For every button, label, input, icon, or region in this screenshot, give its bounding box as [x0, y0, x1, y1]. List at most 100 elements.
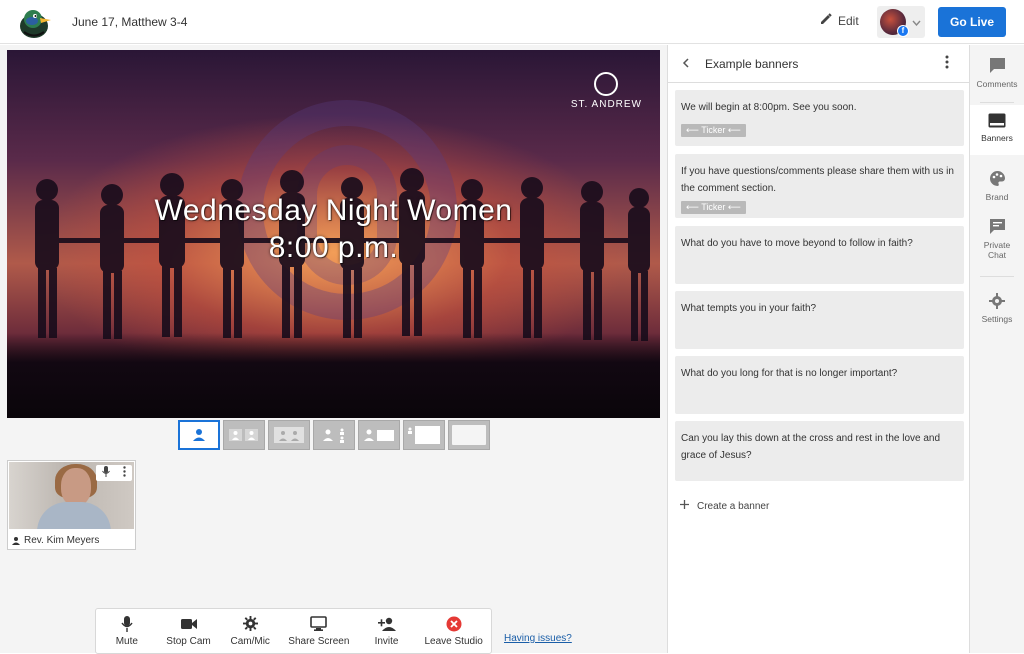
- stage-headline: Wednesday Night Women 8:00 p.m.: [7, 192, 660, 266]
- gear-icon: [989, 293, 1005, 311]
- screen-with-person-icon: [408, 426, 440, 444]
- banner-text: We will begin at 8:00pm. See you soon.: [681, 102, 857, 113]
- layout-selector: [178, 420, 490, 450]
- brand-mark: ST. ANDREW: [571, 72, 642, 110]
- participant-card[interactable]: Rev. Kim Meyers: [7, 460, 136, 550]
- layout-picture-in-picture[interactable]: [358, 420, 400, 450]
- facebook-icon: f: [897, 25, 909, 37]
- layout-solo[interactable]: [178, 420, 220, 450]
- leave-studio-label: Leave Studio: [424, 635, 483, 647]
- panel-title: Example banners: [705, 56, 799, 71]
- banner-item[interactable]: We will begin at 8:00pm. See you soon. ⟵…: [675, 90, 964, 146]
- edit-button[interactable]: Edit: [820, 13, 859, 28]
- ticker-tag: ⟵ Ticker ⟵: [681, 201, 746, 214]
- headline-line1: Wednesday Night Women: [154, 194, 513, 227]
- avatar: f: [880, 9, 909, 37]
- right-rail: Comments Banners Brand Private Chat Sett…: [970, 45, 1024, 653]
- banner-text: Can you lay this down at the cross and r…: [681, 433, 941, 461]
- layout-leader[interactable]: [268, 420, 310, 450]
- rail-label: Banners: [981, 133, 1013, 143]
- rail-private-chat[interactable]: Private Chat: [970, 218, 1024, 260]
- plus-icon: [680, 500, 689, 512]
- two-people-icon: [229, 429, 258, 441]
- brand-name: ST. ANDREW: [570, 99, 642, 110]
- back-chevron-icon[interactable]: [682, 57, 689, 71]
- layout-group[interactable]: [223, 420, 265, 450]
- rail-settings[interactable]: Settings: [970, 293, 1024, 324]
- rail-brand[interactable]: Brand: [970, 170, 1024, 202]
- invite-label: Invite: [374, 635, 399, 647]
- top-bar: June 17, Matthew 3-4 Edit f Go Live: [0, 0, 1024, 44]
- mute-label: Mute: [115, 635, 138, 647]
- banner-item[interactable]: What do you long for that is no longer i…: [675, 356, 964, 414]
- banner-text: What do you have to move beyond to follo…: [681, 238, 913, 249]
- broadcast-title: June 17, Matthew 3-4: [72, 15, 188, 29]
- mute-button[interactable]: Mute: [96, 609, 158, 653]
- stop-cam-button[interactable]: Stop Cam: [158, 609, 220, 653]
- destination-selector[interactable]: f: [877, 6, 925, 38]
- boxed-people-icon: [274, 427, 304, 443]
- cam-mic-settings-button[interactable]: Cam/Mic: [219, 609, 281, 653]
- fullscreen-icon: [452, 425, 486, 445]
- monitor-icon: [310, 616, 328, 632]
- person-face: [61, 468, 91, 506]
- banners-panel: Example banners We will begin at 8:00pm.…: [667, 45, 970, 653]
- person-icon: [193, 429, 205, 441]
- ticker-tag: ⟵ Ticker ⟵: [681, 124, 746, 137]
- create-banner-button[interactable]: Create a banner: [680, 500, 769, 512]
- banner-item[interactable]: What tempts you in your faith?: [675, 291, 964, 349]
- kebab-menu-icon[interactable]: [945, 55, 949, 72]
- participant-name: Rev. Kim Meyers: [12, 535, 99, 546]
- panel-header: Example banners: [668, 45, 969, 83]
- pencil-icon: [820, 13, 832, 28]
- go-live-button[interactable]: Go Live: [938, 7, 1006, 37]
- layout-screen-focus[interactable]: [403, 420, 445, 450]
- person-screen-icon: [364, 429, 394, 441]
- divider: [980, 276, 1014, 277]
- participant-controls: [96, 465, 132, 481]
- banner-item[interactable]: What do you have to move beyond to follo…: [675, 226, 964, 284]
- more-options-icon[interactable]: [123, 464, 126, 482]
- banner-text: If you have questions/comments please sh…: [681, 166, 954, 194]
- person-icon: [12, 536, 20, 545]
- banner-item[interactable]: Can you lay this down at the cross and r…: [675, 421, 964, 481]
- close-circle-icon: [446, 616, 462, 632]
- having-issues-link[interactable]: Having issues?: [504, 633, 572, 644]
- gear-icon: [242, 616, 258, 632]
- palette-icon: [989, 170, 1006, 189]
- participant-name-text: Rev. Kim Meyers: [24, 535, 100, 546]
- banner-text: What tempts you in your faith?: [681, 303, 817, 314]
- microphone-icon[interactable]: [102, 464, 111, 482]
- microphone-icon: [121, 615, 133, 632]
- headline-line2: 8:00 p.m.: [268, 231, 399, 264]
- share-screen-label: Share Screen: [288, 635, 350, 647]
- divider: [980, 102, 1014, 103]
- person-list-icon: [323, 428, 344, 443]
- rail-comments[interactable]: Comments: [970, 57, 1024, 89]
- cam-mic-label: Cam/Mic: [230, 635, 270, 647]
- layout-sidebar[interactable]: [313, 420, 355, 450]
- leave-studio-button[interactable]: Leave Studio: [416, 609, 491, 653]
- add-person-icon: [377, 616, 396, 632]
- banner-item[interactable]: If you have questions/comments please sh…: [675, 154, 964, 218]
- layout-fullscreen[interactable]: [448, 420, 490, 450]
- share-screen-button[interactable]: Share Screen: [281, 609, 357, 653]
- participant-video: [9, 462, 134, 529]
- banner-text: What do you long for that is no longer i…: [681, 368, 898, 379]
- stage-preview: ST. ANDREW Wednesday Night Women 8:00 p.…: [7, 50, 660, 418]
- comment-icon: [989, 57, 1006, 76]
- banner-icon: [988, 113, 1006, 130]
- studio-controls: Mute Stop Cam Cam/Mic Share Screen Invit…: [95, 608, 492, 654]
- chat-icon: [989, 218, 1006, 237]
- rail-label: Private Chat: [983, 240, 1011, 260]
- edit-label: Edit: [838, 13, 859, 28]
- rail-label: Comments: [976, 79, 1018, 89]
- create-banner-label: Create a banner: [697, 500, 770, 512]
- rail-banners[interactable]: Banners: [970, 105, 1024, 155]
- ground: [7, 333, 660, 418]
- person-body: [37, 502, 111, 529]
- rail-label: Brand: [985, 192, 1009, 202]
- invite-button[interactable]: Invite: [357, 609, 417, 653]
- video-camera-icon: [180, 616, 197, 632]
- duck-logo-icon[interactable]: [14, 4, 54, 40]
